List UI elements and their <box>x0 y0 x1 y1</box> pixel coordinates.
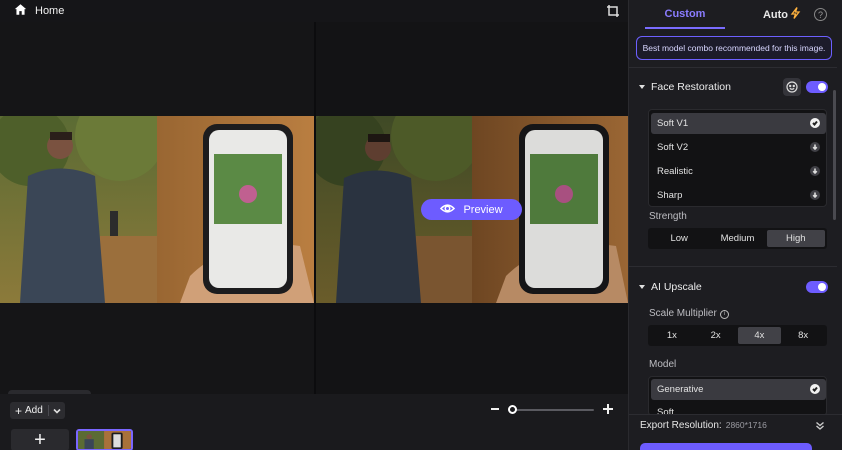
bottom-bar: + Add + <box>0 394 628 450</box>
plus-icon: + <box>34 429 46 450</box>
face-icon[interactable] <box>783 78 801 96</box>
upscale-model-list: Generative Soft <box>648 376 827 416</box>
home-button[interactable]: Home <box>14 3 64 19</box>
info-icon[interactable]: i <box>719 309 729 319</box>
plus-icon: + <box>15 403 23 418</box>
face-model-item[interactable]: Soft V1 <box>651 113 826 134</box>
face-restoration-header[interactable]: Face Restoration <box>639 78 731 96</box>
comparison-canvas: Before: 715*429 <box>0 22 628 408</box>
scale-selector: 1x 2x 4x 8x <box>648 325 827 346</box>
strength-option-low[interactable]: Low <box>650 230 708 247</box>
export-bar: Export Resolution: 2860*1716 <box>629 414 842 450</box>
export-resolution-value: 2860*1716 <box>725 420 767 430</box>
tab-custom[interactable]: Custom <box>645 0 725 29</box>
ai-upscale-header[interactable]: AI Upscale <box>639 278 702 296</box>
check-icon <box>810 118 820 128</box>
strength-option-medium[interactable]: Medium <box>708 230 766 247</box>
lightning-icon <box>790 7 801 22</box>
eye-icon <box>440 201 456 219</box>
scale-multiplier-label: Scale Multiplier i <box>649 308 729 319</box>
help-icon[interactable]: ? <box>814 8 827 21</box>
ai-upscale-toggle[interactable] <box>806 281 828 293</box>
face-model-list: Soft V1 Soft V2 Realistic Sharp <box>648 109 827 207</box>
caret-down-icon <box>639 85 645 89</box>
face-model-item[interactable]: Realistic <box>651 161 826 182</box>
preview-button[interactable]: Preview <box>421 199 522 220</box>
divider <box>629 67 837 68</box>
recommendation-banner: Best model combo recommended for this im… <box>636 36 832 60</box>
tab-auto[interactable]: Auto <box>757 0 807 29</box>
divider <box>629 266 837 267</box>
upscale-model-item[interactable]: Generative <box>651 379 826 400</box>
scale-option-4x[interactable]: 4x <box>737 327 782 344</box>
scale-option-2x[interactable]: 2x <box>694 327 738 344</box>
zoom-out-button[interactable] <box>489 402 501 416</box>
face-restoration-toggle[interactable] <box>806 81 828 93</box>
face-model-label: Soft V1 <box>657 118 689 129</box>
home-icon <box>14 3 27 19</box>
face-model-label: Soft V2 <box>657 142 689 153</box>
minus-icon <box>491 408 499 410</box>
strength-label: Strength <box>649 211 687 222</box>
add-image-tile[interactable]: + <box>11 429 69 450</box>
strength-option-high[interactable]: High <box>766 230 825 247</box>
face-model-item[interactable]: Soft V2 <box>651 137 826 158</box>
scale-option-8x[interactable]: 8x <box>781 327 825 344</box>
strength-selector: Low Medium High <box>648 228 827 249</box>
download-icon[interactable] <box>810 166 820 176</box>
zoom-slider[interactable] <box>510 409 594 411</box>
export-resolution: Export Resolution: 2860*1716 <box>640 420 767 431</box>
face-restoration-title: Face Restoration <box>651 81 731 93</box>
image-thumbnail[interactable] <box>76 429 133 450</box>
mode-tabs: Custom Auto ? <box>629 0 842 29</box>
face-model-label: Realistic <box>657 166 693 177</box>
top-bar: Home <box>0 0 628 22</box>
add-split-button: + Add <box>10 402 65 419</box>
scale-multiplier-text: Scale Multiplier <box>649 308 717 319</box>
crop-icon[interactable] <box>606 4 620 18</box>
ai-upscale-title: AI Upscale <box>651 281 702 293</box>
home-label: Home <box>35 5 65 17</box>
before-image <box>0 116 314 303</box>
face-model-item[interactable]: Sharp <box>651 185 826 206</box>
download-icon[interactable] <box>810 190 820 200</box>
panel-scrollbar[interactable] <box>833 90 836 220</box>
chevron-down-icon <box>53 404 61 418</box>
upscale-model-label: Generative <box>657 384 704 395</box>
settings-panel: Custom Auto ? Best model combo recommend… <box>628 0 842 450</box>
add-dropdown-button[interactable] <box>49 402 65 419</box>
add-button[interactable]: + Add <box>10 402 48 419</box>
add-label: Add <box>25 405 43 416</box>
export-button[interactable] <box>640 443 812 450</box>
double-chevron-down-icon[interactable] <box>815 420 825 430</box>
model-label: Model <box>649 359 677 370</box>
tab-auto-label: Auto <box>762 8 789 21</box>
export-resolution-label: Export Resolution: <box>640 420 722 431</box>
zoom-slider-thumb[interactable] <box>508 405 517 414</box>
scale-option-1x[interactable]: 1x <box>650 327 694 344</box>
face-model-label: Sharp <box>657 190 683 201</box>
caret-down-icon <box>639 285 645 289</box>
check-icon <box>810 384 820 394</box>
download-icon[interactable] <box>810 142 820 152</box>
preview-label: Preview <box>463 203 503 216</box>
zoom-in-button[interactable] <box>602 403 614 415</box>
